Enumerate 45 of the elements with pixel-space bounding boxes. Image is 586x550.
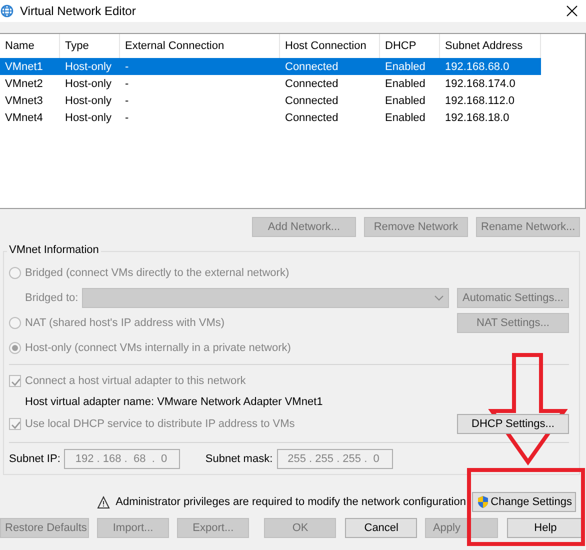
table-cell-text: VMnet2 (4, 78, 44, 90)
table-cell-text: - (124, 94, 130, 106)
dialog-button[interactable]: Help (506, 518, 584, 538)
table-cell-text: Connected (284, 60, 340, 72)
field-label: Bridged to: (25, 292, 78, 304)
change-settings-button[interactable]: Change Settings (472, 492, 576, 512)
window-title: Virtual Network Editor (20, 4, 136, 18)
table-cell-text: - (124, 112, 130, 124)
table-cell-text: Enabled (384, 60, 426, 72)
table-cell-text: VMnet4 (4, 112, 44, 124)
table-cell-text: Connected (284, 78, 340, 90)
table-cell-text: 192.168.68.0 (444, 60, 510, 72)
table-cell-text: Enabled (384, 78, 426, 90)
table-cell-text: VMnet3 (4, 94, 44, 106)
dialog-button[interactable]: Cancel (345, 518, 418, 538)
bridged-to-dropdown[interactable] (82, 288, 449, 308)
shield-icon (476, 495, 489, 509)
notice-text: Administrator privileges are required to modify the network configuration (116, 496, 466, 508)
table-row[interactable]: VMnet1 Host-only - Connected Enabled 192.168.68.0 (0, 58, 541, 75)
table-cell-text: 192.168.174.0 (444, 78, 516, 90)
chevron-down-icon (434, 294, 444, 302)
table-cell-text: 192.168.112.0 (444, 94, 516, 106)
table-cell-text: 192.168.18.0 (444, 112, 510, 124)
table-row[interactable]: VMnet4 Host-only - Connected Enabled 192.168.18.0 (0, 109, 541, 126)
table-cell-text: Connected (284, 94, 340, 106)
close-icon[interactable] (566, 5, 578, 17)
table-cell-text: - (124, 60, 130, 72)
globe-icon (0, 4, 14, 18)
table-cell-text: Host-only (64, 112, 112, 124)
adapter-name-text: Host virtual adapter name: VMware Network Adapter VMnet1 (25, 396, 323, 408)
table-row[interactable]: VMnet3 Host-only - Connected Enabled 192.168.112.0 (0, 92, 541, 109)
group-title: VMnet Information (7, 244, 101, 256)
table-row[interactable]: VMnet2 Host-only - Connected Enabled 192.168.174.0 (0, 75, 541, 92)
table-cell-text: Host-only (64, 78, 112, 90)
table-cell-text: Host-only (64, 94, 112, 106)
table-cell-text: Enabled (384, 112, 426, 124)
warning-icon (96, 496, 110, 508)
table-cell-text: - (124, 78, 130, 90)
field-label: Subnet IP: (9, 453, 60, 465)
table-cell-text: Host-only (64, 60, 112, 72)
table-cell-text: VMnet1 (4, 60, 44, 72)
table-cell-text: Connected (284, 112, 340, 124)
table-cell-text: Enabled (384, 94, 426, 106)
field-label: Subnet mask: (205, 453, 273, 465)
dhcp-settings-button[interactable]: DHCP Settings... (457, 414, 569, 434)
